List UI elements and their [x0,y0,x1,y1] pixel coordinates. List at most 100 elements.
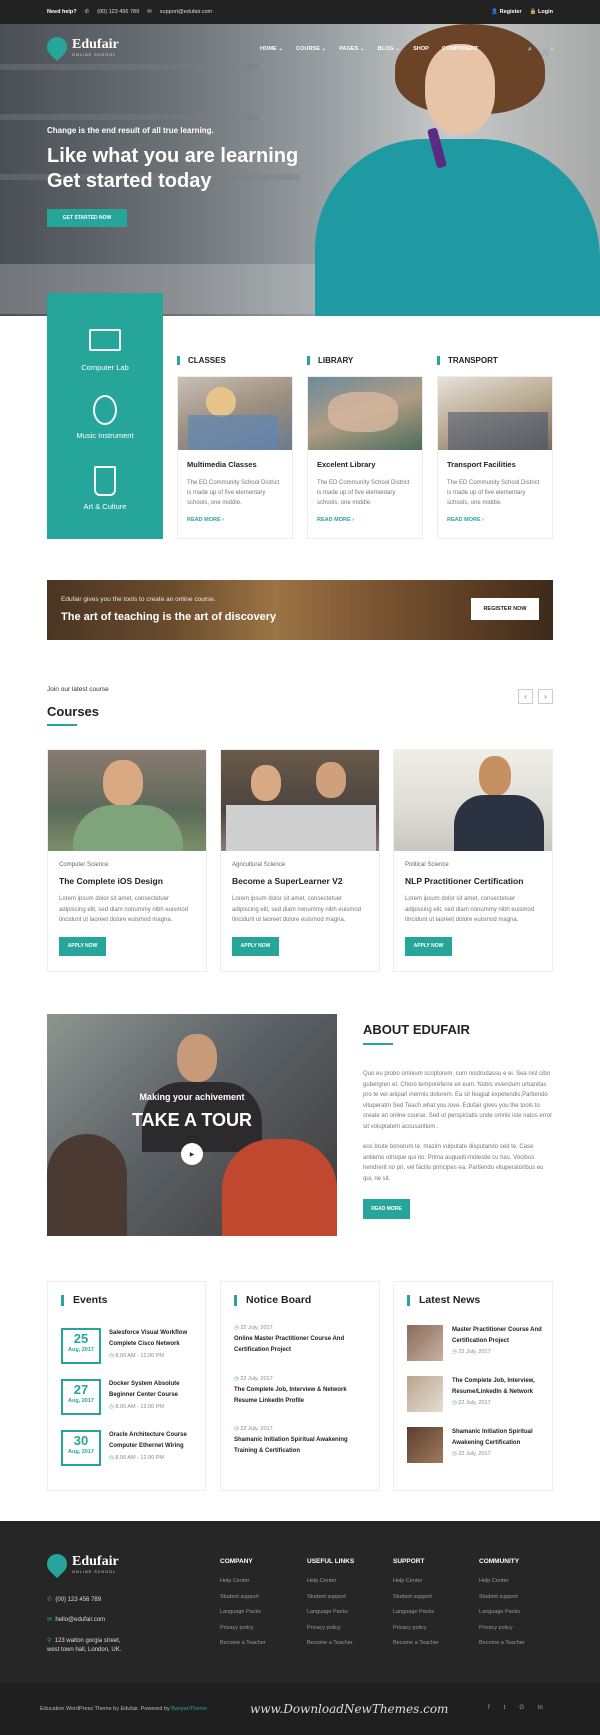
copyright-text: Education WordPress Theme by Edufair. Po… [40,1706,207,1712]
next-arrow-icon[interactable]: › [538,689,553,704]
events-box: Events 25 Aug, 2017 Salesforce Visual Wor… [47,1281,206,1491]
footer-link[interactable]: Help Center [479,1574,525,1590]
notice-date: ◷ 22 July, 2017 [234,1426,364,1432]
login-label: Login [538,9,553,15]
notice-date-text: 22 July, 2017 [240,1426,273,1432]
banner-subtitle: Edufair gives you the tools to create an… [61,596,216,603]
address-line: west town hall, London, UK. [47,1647,122,1653]
footer-link[interactable]: Language Packs [220,1605,266,1621]
footer-link[interactable]: Privacy policy [479,1621,525,1637]
google-icon[interactable]: G [519,1705,524,1711]
notice-item[interactable]: ◷ 22 July, 2017 The Complete Job, Interv… [234,1376,364,1406]
footer-link[interactable]: Help Center [220,1574,266,1590]
footer-link[interactable]: Become a Teacher [393,1636,439,1652]
event-day: 27 [73,1382,89,1397]
play-icon[interactable]: ▶ [181,1143,203,1165]
footer-column-title: COMMUNITY [479,1558,520,1565]
logo-icon [42,1549,72,1579]
event-item[interactable]: 25 Aug, 2017 Salesforce Visual Workflow C… [61,1328,194,1364]
feature-art[interactable]: Art & Culture [47,466,163,511]
login-link[interactable]: 🔒 Login [530,9,553,15]
footer-link[interactable]: Language Packs [393,1605,439,1621]
service-text: The ED Community School District is made… [187,480,280,506]
news-thumbnail [407,1427,443,1463]
footer-link[interactable]: Privacy policy [220,1621,266,1637]
footer-link[interactable]: Student support [307,1590,354,1606]
register-now-button[interactable]: REGISTER NOW [471,598,539,620]
course-title: The Complete iOS Design [59,876,163,886]
nav-home[interactable]: HOME ⌄ [260,46,283,52]
event-item[interactable]: 27 Aug, 2017 Docker System Absolute Begin… [61,1379,194,1415]
nav-component[interactable]: COMPONENT [442,46,478,52]
notice-item[interactable]: ◷ 22 July, 2017 Online Master Practition… [234,1325,364,1355]
footer-link[interactable]: Language Packs [307,1605,354,1621]
footer-link[interactable]: Help Center [307,1574,354,1590]
cart-icon[interactable]: 🛒0 [542,46,553,55]
footer-link[interactable]: Privacy policy [393,1621,439,1637]
service-title: Excelent Library [317,460,376,469]
clock-icon: ◷ [452,1349,457,1355]
event-item[interactable]: 30 Aug, 2017 Oracle Architecture Course C… [61,1430,194,1466]
footer-email-text: hello@edufair.com [55,1617,106,1623]
notice-item[interactable]: ◷ 22 July, 2017 Shamanic Initiation Spir… [234,1426,364,1456]
transport-photo [438,377,552,450]
brand-name: Edufair [72,1554,119,1569]
address-line: 123 walton gorgia street, [54,1638,121,1644]
about-video-thumbnail[interactable]: Making your achivement TAKE A TOUR ▶ [47,1014,337,1236]
news-item[interactable]: The Complete Job, Interview, Resume/Link… [407,1376,542,1412]
course-card: Computer Science The Complete iOS Design… [47,749,207,972]
footer-link[interactable]: Become a Teacher [220,1636,266,1652]
footer-link[interactable]: Student support [220,1590,266,1606]
event-time-text: 8.00 AM - 12.00 PM [115,1455,164,1461]
feature-music[interactable]: Music Instrument [47,395,163,440]
nav-pages[interactable]: PAGES ⌄ [339,46,364,52]
linkedin-icon[interactable]: in [538,1705,543,1711]
copyright-link[interactable]: BanyanTheme [171,1706,207,1712]
read-more-link[interactable]: READ MORE › [187,517,283,523]
topbar-email[interactable]: support@edufair.com [160,9,212,15]
footer-phone[interactable]: ✆ (00) 123 456 789 [47,1596,101,1605]
nav-blog[interactable]: BLOG ⌄ [378,46,400,52]
cta-banner: Edufair gives you the tools to create an… [47,580,553,640]
footer-link[interactable]: Become a Teacher [479,1636,525,1652]
news-headline: Master Practitioner Course And Certifica… [452,1327,542,1344]
get-started-button[interactable]: GET STARTED NOW [47,209,127,227]
nav-shop[interactable]: SHOP [413,46,429,52]
apply-now-button[interactable]: APPLY NOW [232,936,279,956]
prev-arrow-icon[interactable]: ‹ [518,689,533,704]
event-time-text: 8.00 AM - 12.00 PM [115,1404,164,1410]
read-more-link[interactable]: READ MORE › [317,517,413,523]
news-item[interactable]: Master Practitioner Course And Certifica… [407,1325,542,1361]
notice-date-text: 22 July, 2017 [240,1376,273,1382]
apply-now-button[interactable]: APPLY NOW [405,936,452,956]
nav-course[interactable]: COURSE ⌄ [296,46,326,52]
event-day: 30 [73,1433,89,1448]
footer-logo[interactable]: Edufair ONLINE SCHOOL [42,1549,119,1579]
facebook-icon[interactable]: f [488,1705,490,1711]
search-icon[interactable]: ⌕ [528,46,532,55]
apply-now-button[interactable]: APPLY NOW [59,936,106,956]
feature-computer-lab[interactable]: Computer Lab [47,329,163,372]
guitar-icon [93,395,117,425]
footer-link[interactable]: Student support [393,1590,439,1606]
news-item[interactable]: Shamanic Initiation Spiritual Awakening … [407,1427,542,1463]
brand-logo[interactable]: Edufair ONLINE SCHOOL [42,32,119,62]
footer-link[interactable]: Become a Teacher [307,1636,354,1652]
footer-link[interactable]: Privacy policy [307,1621,354,1637]
footer-link[interactable]: Student support [479,1590,525,1606]
event-date: 27 Aug, 2017 [61,1379,101,1415]
notice-date: ◷ 22 July, 2017 [234,1376,364,1382]
footer-email[interactable]: ✉ hello@edufair.com [47,1616,105,1625]
event-month: Aug, 2017 [68,1347,94,1353]
service-card: Transport Facilities The ED Community Sc… [437,376,553,539]
footer-link[interactable]: Language Packs [479,1605,525,1621]
feature-label: Music Instrument [76,431,134,440]
register-link[interactable]: 👤 Register [491,9,521,15]
read-more-button[interactable]: READ MORE [363,1199,410,1219]
twitter-icon[interactable]: t [504,1705,506,1711]
read-more-link[interactable]: READ MORE › [447,517,543,523]
footer-column: COMPANY Help Center Student support Lang… [220,1558,266,1652]
footer-link[interactable]: Help Center [393,1574,439,1590]
topbar-phone[interactable]: (00) 123 456 789 [97,9,139,15]
nav-label: COURSE [296,46,320,52]
